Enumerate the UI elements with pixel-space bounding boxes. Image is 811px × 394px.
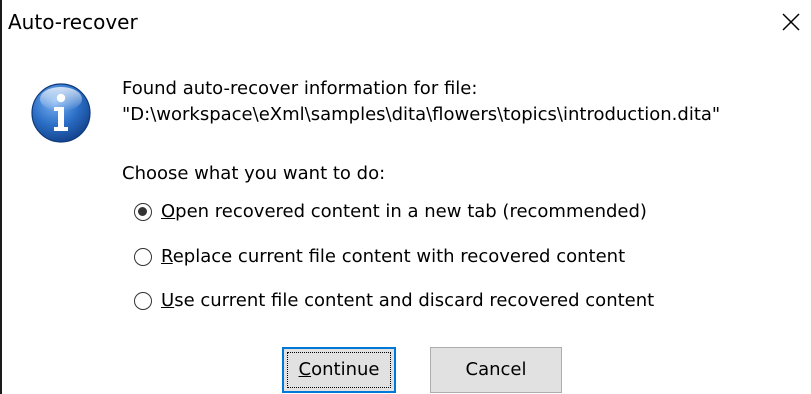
close-icon [782,13,800,31]
radio-label: Replace current file content with recove… [161,246,626,267]
options-prompt: Choose what you want to do: [122,163,386,184]
radio-label: Open recovered content in a new tab (rec… [161,201,647,222]
close-button[interactable] [771,0,811,44]
auto-recover-dialog: Auto-recover Found auto-recover informat… [0,0,811,394]
info-icon [31,83,91,143]
dialog-title: Auto-recover [8,10,138,34]
cancel-button[interactable]: Cancel [430,347,562,393]
radio-replace-current-content[interactable]: Replace current file content with recove… [134,244,625,270]
continue-button[interactable]: Continue [282,347,396,393]
message-line-1: Found auto-recover information for file: [122,78,478,99]
radio-button[interactable] [134,292,152,310]
radio-button-selected[interactable] [134,203,152,221]
continue-button-label: Continue [298,359,380,380]
radio-use-current-content[interactable]: Use current file content and discard rec… [134,288,654,314]
radio-open-in-new-tab[interactable]: Open recovered content in a new tab (rec… [134,199,647,225]
radio-button[interactable] [134,248,152,266]
title-bar: Auto-recover [2,0,811,44]
message-file-path: "D:\workspace\eXml\samples\dita\flowers\… [122,104,721,125]
radio-label: Use current file content and discard rec… [161,290,655,311]
